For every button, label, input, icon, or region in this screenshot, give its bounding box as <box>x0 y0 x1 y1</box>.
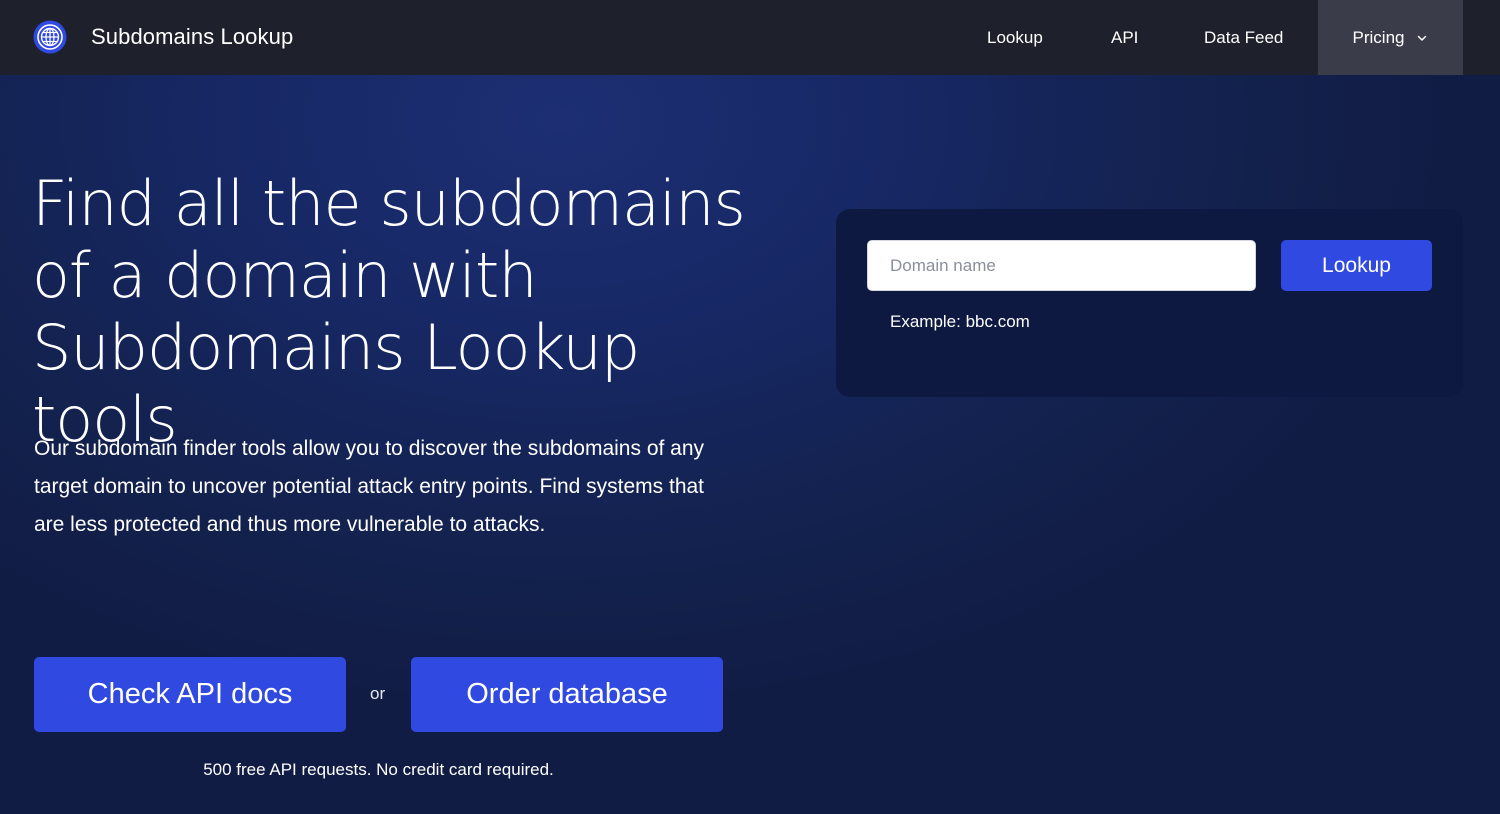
order-database-button[interactable]: Order database <box>411 657 723 732</box>
hero-title: Find all the subdomains of a domain with… <box>32 167 746 456</box>
hero-description: Our subdomain finder tools allow you to … <box>34 437 705 536</box>
check-api-docs-button[interactable]: Check API docs <box>34 657 346 732</box>
lookup-button[interactable]: Lookup <box>1281 240 1432 291</box>
example-hint: Example: bbc.com <box>890 312 1030 331</box>
nav-link-data-feed[interactable]: Data Feed <box>1204 0 1283 75</box>
free-requests-note: 500 free API requests. No credit card re… <box>203 760 554 779</box>
brand-link[interactable]: Subdomains Lookup <box>33 20 293 54</box>
or-separator: or <box>370 684 386 703</box>
chevron-down-icon <box>1418 35 1427 41</box>
nav-link-lookup[interactable]: Lookup <box>987 0 1043 75</box>
globe-icon <box>33 20 67 54</box>
top-navbar: Subdomains Lookup Lookup API Data Feed P… <box>0 0 1500 75</box>
brand-name: Subdomains Lookup <box>91 24 294 49</box>
lookup-card: Lookup Example: bbc.com <box>836 209 1463 397</box>
nav-pricing-label: Pricing <box>1352 27 1405 47</box>
domain-name-input[interactable] <box>867 240 1256 291</box>
nav-dropdown-pricing[interactable]: Pricing <box>1318 0 1463 75</box>
nav-link-api[interactable]: API <box>1111 0 1138 75</box>
